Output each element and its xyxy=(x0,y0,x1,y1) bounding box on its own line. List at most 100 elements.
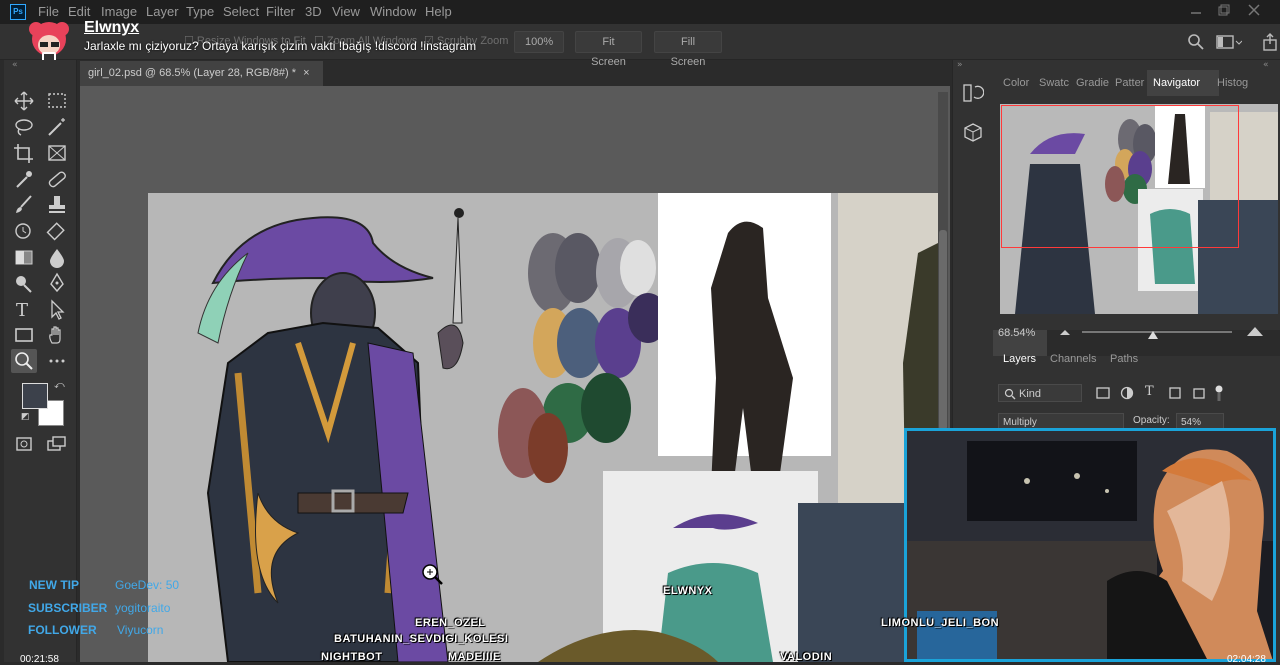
frame-tool-icon[interactable] xyxy=(44,141,70,165)
menu-layer[interactable]: Layer xyxy=(146,4,179,19)
filter-search-icon xyxy=(1004,388,1016,400)
alert-label-subscriber: SUBSCRIBER xyxy=(28,601,108,615)
chat-name: EREN_OZEL xyxy=(415,617,486,629)
chat-name: MADEIIIE xyxy=(448,651,501,663)
chat-name: VALODIN xyxy=(780,651,833,663)
chat-name: LIMONLU_JELI_BON xyxy=(881,617,1000,629)
filter-adjustment-icon[interactable] xyxy=(1120,386,1134,400)
svg-text:T: T xyxy=(16,300,28,321)
zoom-out-icon[interactable] xyxy=(1058,327,1072,337)
menu-view[interactable]: View xyxy=(332,4,360,19)
zoom-cursor-icon xyxy=(422,564,443,585)
swap-colors-icon[interactable]: ⤺ xyxy=(54,380,65,391)
filter-type-icon[interactable]: T xyxy=(1145,384,1154,399)
filter-smart-object-icon[interactable] xyxy=(1192,386,1206,400)
alert-value-subscriber: yogitoraito xyxy=(115,601,171,615)
restore-icon[interactable] xyxy=(1218,4,1230,16)
tab-gradients[interactable]: Gradie xyxy=(1076,77,1109,89)
document-tab[interactable]: girl_02.psd @ 68.5% (Layer 28, RGB/8#) *… xyxy=(80,61,323,86)
chat-name: BATUHANIN_SEVDIGI_KOLESI xyxy=(334,633,509,645)
zoom-in-icon[interactable] xyxy=(1245,325,1265,337)
blur-tool-icon[interactable] xyxy=(44,245,70,269)
document-tab-title: girl_02.psd @ 68.5% (Layer 28, RGB/8#) * xyxy=(88,67,297,79)
menu-3d[interactable]: 3D xyxy=(305,4,322,19)
3d-panel-icon[interactable] xyxy=(962,122,984,144)
minimize-icon[interactable] xyxy=(1190,4,1202,16)
search-icon[interactable] xyxy=(1187,33,1205,51)
chat-name: NIGHTBOT xyxy=(321,651,383,663)
tab-swatches[interactable]: Swatc xyxy=(1039,77,1069,89)
dodge-tool-icon[interactable] xyxy=(11,271,37,295)
default-colors-icon[interactable]: ◩ xyxy=(21,412,30,422)
kind-label: Kind xyxy=(1019,388,1042,400)
tab-histogram[interactable]: Histog xyxy=(1217,77,1248,89)
alert-value-follower: Viyucorn xyxy=(117,623,164,637)
zoom-tool-icon[interactable] xyxy=(11,349,37,373)
filter-toggle-icon[interactable] xyxy=(1214,384,1224,402)
tab-color[interactable]: Color xyxy=(1003,77,1029,89)
chat-name: ELWNYX xyxy=(663,585,713,597)
tools-panel: « T ⤺ ◩ xyxy=(4,60,77,662)
opacity-label: Opacity: xyxy=(1133,415,1170,426)
screen-mode-icon[interactable] xyxy=(44,432,70,456)
menu-type[interactable]: Type xyxy=(186,4,214,19)
pen-tool-icon[interactable] xyxy=(44,271,70,295)
menu-select[interactable]: Select xyxy=(223,4,259,19)
rectangle-tool-icon[interactable] xyxy=(11,323,37,347)
alert-label-tip: NEW TIP xyxy=(29,578,79,592)
more-tools-icon[interactable] xyxy=(44,349,70,373)
alert-label-follower: FOLLOWER xyxy=(28,623,97,637)
healing-brush-tool-icon[interactable] xyxy=(44,167,70,191)
move-tool-icon[interactable] xyxy=(11,89,37,113)
collapse-toolbar-icon[interactable]: « xyxy=(12,60,18,70)
close-window-icon[interactable] xyxy=(1248,4,1260,16)
expand-dock-icon[interactable]: » xyxy=(957,60,963,70)
menu-window[interactable]: Window xyxy=(370,4,416,19)
stream-timer-right: 02:04:28 xyxy=(1227,654,1266,665)
eraser-tool-icon[interactable] xyxy=(44,219,70,243)
navigator-zoom-value[interactable]: 68.54% xyxy=(998,327,1035,339)
tab-patterns[interactable]: Patter xyxy=(1115,77,1144,89)
crop-tool-icon[interactable] xyxy=(11,141,37,165)
navigator-view-box[interactable] xyxy=(1001,105,1239,248)
tab-navigator[interactable]: Navigator xyxy=(1153,77,1200,89)
magic-wand-tool-icon[interactable] xyxy=(44,115,70,139)
brush-tool-icon[interactable] xyxy=(11,193,37,217)
opacity-value: 54% xyxy=(1181,417,1202,428)
blend-mode-value: Multiply xyxy=(1003,417,1037,428)
filter-shape-icon[interactable] xyxy=(1168,386,1182,400)
menu-filter[interactable]: Filter xyxy=(266,4,295,19)
fill-screen-button[interactable]: Fill Screen xyxy=(654,31,722,68)
lasso-tool-icon[interactable] xyxy=(11,115,37,139)
collapse-panels-icon[interactable]: « xyxy=(1263,60,1269,70)
history-panel-icon[interactable] xyxy=(962,82,984,104)
fit-screen-button[interactable]: Fit Screen xyxy=(575,31,642,68)
artwork-canvas[interactable] xyxy=(148,193,938,662)
tab-channels[interactable]: Channels xyxy=(1050,353,1096,365)
workspace-icon[interactable] xyxy=(1216,34,1242,50)
path-selection-tool-icon[interactable] xyxy=(44,297,70,321)
type-tool-icon[interactable]: T xyxy=(11,297,37,321)
gradient-tool-icon[interactable] xyxy=(11,245,37,269)
streamer-avatar xyxy=(29,22,69,62)
history-brush-tool-icon[interactable] xyxy=(11,219,37,243)
menu-bar: Ps File Edit Image Layer Type Select Fil… xyxy=(0,0,1280,24)
scrollbar-thumb[interactable] xyxy=(939,230,947,430)
stamp-tool-icon[interactable] xyxy=(44,193,70,217)
hand-tool-icon[interactable] xyxy=(44,323,70,347)
share-icon[interactable] xyxy=(1262,33,1278,51)
quick-mask-icon[interactable] xyxy=(11,432,37,456)
tab-paths[interactable]: Paths xyxy=(1110,353,1138,365)
stream-title: Jarlaxle mı çiziyoruz? Ortaya karışık çi… xyxy=(84,39,477,53)
filter-pixel-icon[interactable] xyxy=(1096,386,1110,400)
marquee-tool-icon[interactable] xyxy=(44,89,70,113)
menu-help[interactable]: Help xyxy=(425,4,452,19)
foreground-color-swatch-top[interactable] xyxy=(22,383,48,409)
streamer-name[interactable]: Elwnyx xyxy=(84,19,139,37)
tab-layers[interactable]: Layers xyxy=(1003,353,1036,365)
zoom-100-button[interactable]: 100% xyxy=(514,31,564,53)
zoom-slider-handle[interactable] xyxy=(1147,330,1159,340)
eyedropper-tool-icon[interactable] xyxy=(11,167,37,191)
close-tab-icon[interactable]: × xyxy=(303,67,309,79)
menu-image[interactable]: Image xyxy=(101,4,137,19)
